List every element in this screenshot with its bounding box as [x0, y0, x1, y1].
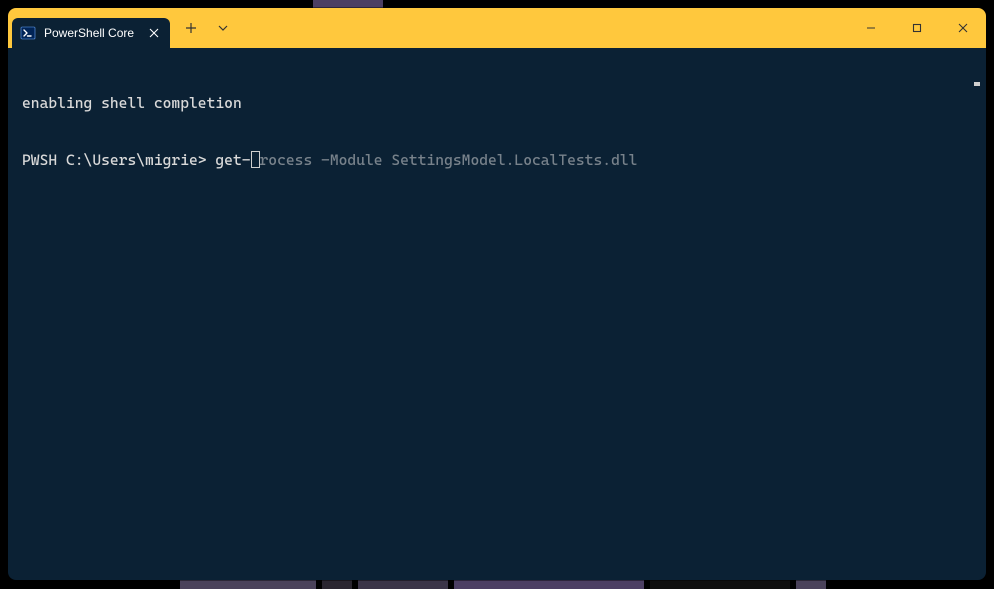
- tab-title: PowerShell Core: [44, 26, 134, 40]
- tab-close-button[interactable]: [146, 25, 162, 41]
- tab-actions: [176, 8, 238, 48]
- prompt-ghost-suggestion: rocess -Module SettingsModel.LocalTests.…: [260, 151, 638, 170]
- prompt-prefix: PWSH C:\Users\migrie>: [22, 151, 215, 169]
- plus-icon: [185, 22, 197, 34]
- prompt-typed-text: get-: [215, 151, 250, 169]
- terminal-prompt-line: PWSH C:\Users\migrie> get-rocess -Module…: [22, 151, 974, 170]
- tab-powershell-core[interactable]: PowerShell Core: [12, 18, 170, 48]
- desktop-accent-strip: [313, 0, 383, 8]
- close-icon: [958, 23, 968, 33]
- close-button[interactable]: [940, 8, 986, 48]
- titlebar[interactable]: PowerShell Core: [8, 8, 986, 48]
- new-tab-button[interactable]: [176, 14, 206, 42]
- terminal-window: PowerShell Core: [8, 8, 986, 580]
- text-cursor: [251, 151, 260, 168]
- minimize-icon: [866, 23, 876, 33]
- close-icon: [149, 28, 159, 38]
- tab-dropdown-button[interactable]: [208, 14, 238, 42]
- scrollbar-marker[interactable]: [974, 82, 980, 86]
- powershell-icon: [20, 25, 36, 41]
- terminal-output-line: enabling shell completion: [22, 94, 974, 113]
- terminal-pane[interactable]: enabling shell completion PWSH C:\Users\…: [8, 48, 986, 580]
- chevron-down-icon: [218, 23, 228, 33]
- window-controls: [848, 8, 986, 48]
- minimize-button[interactable]: [848, 8, 894, 48]
- maximize-button[interactable]: [894, 8, 940, 48]
- maximize-icon: [912, 23, 922, 33]
